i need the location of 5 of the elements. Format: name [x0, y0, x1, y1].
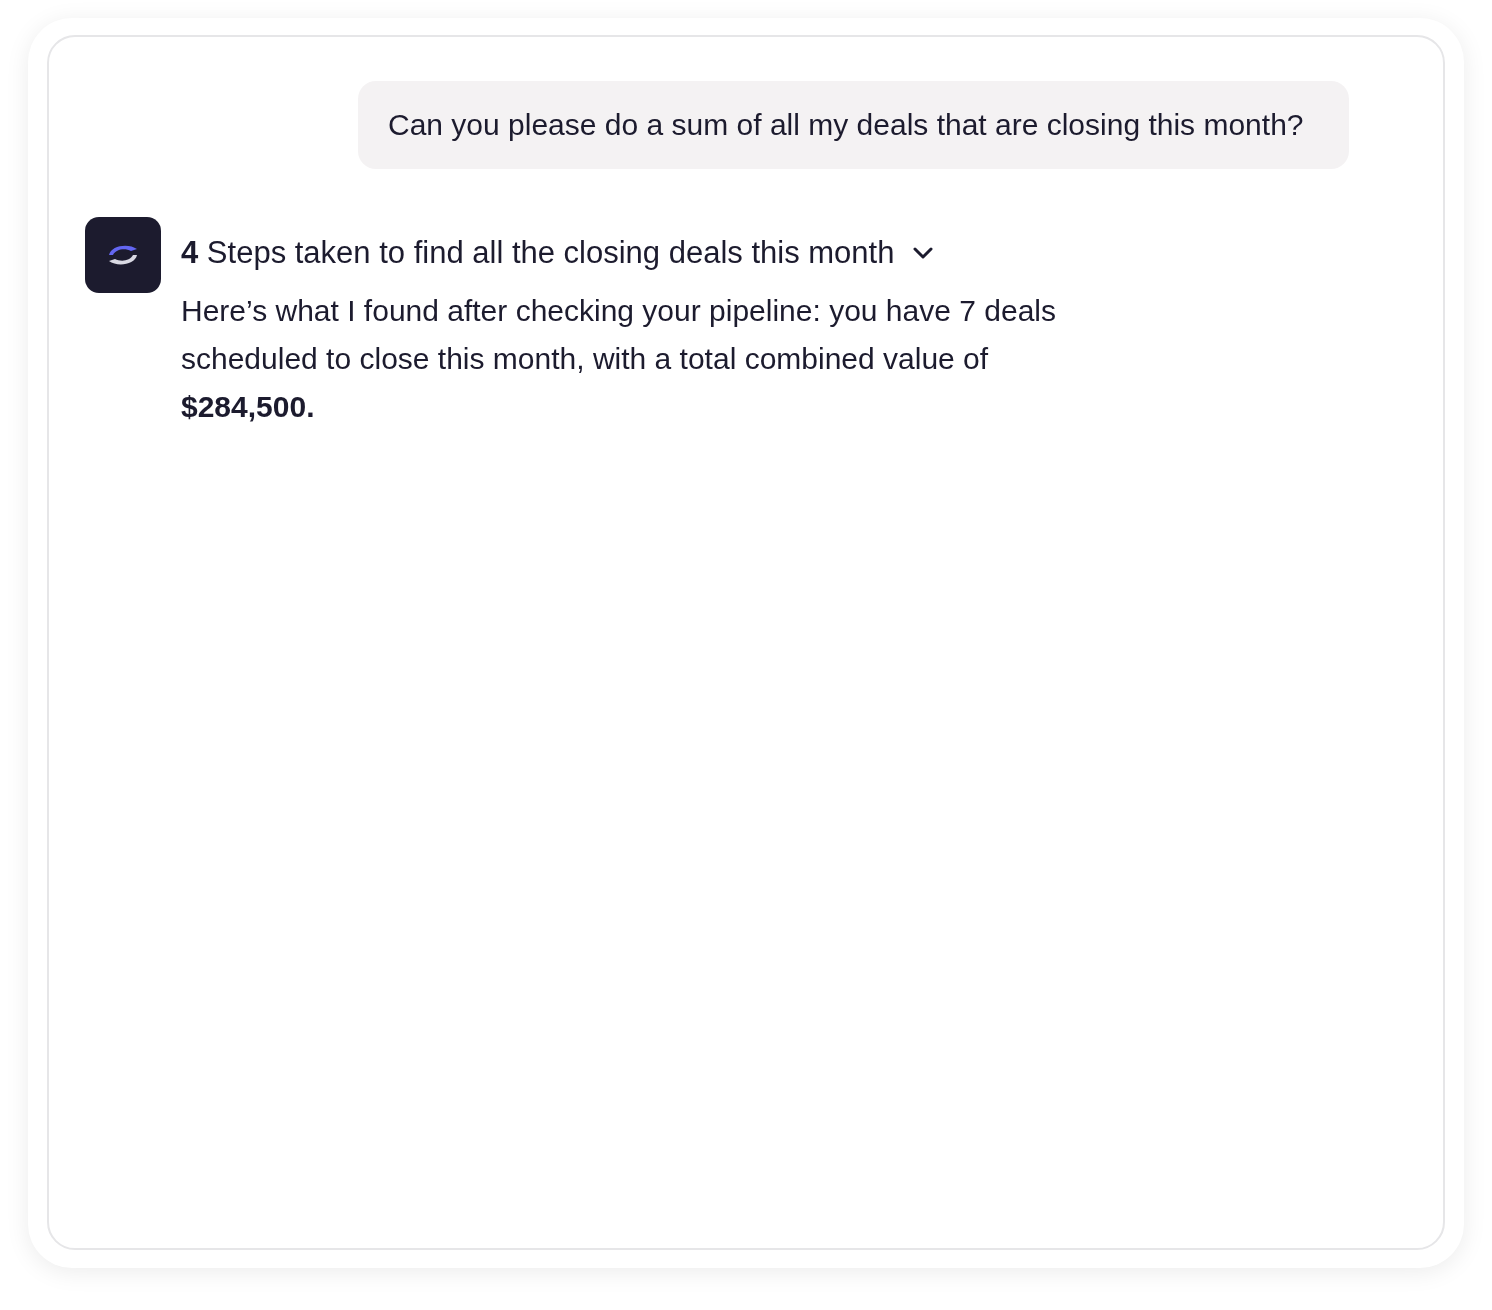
chevron-icon	[912, 246, 935, 260]
assistant-message: Here’s what I found after checking your pipeline: you have 7 deals scheduled to close this month, with a total combined value of $284,500.	[181, 293, 1057, 425]
steps-toggle[interactable]: 4 Steps taken to find all the closing deals this month	[181, 231, 1081, 275]
user-message: Can you please do a sum of all my deals that are closing this month?	[358, 81, 1349, 169]
assistant-logo-icon	[85, 217, 161, 293]
